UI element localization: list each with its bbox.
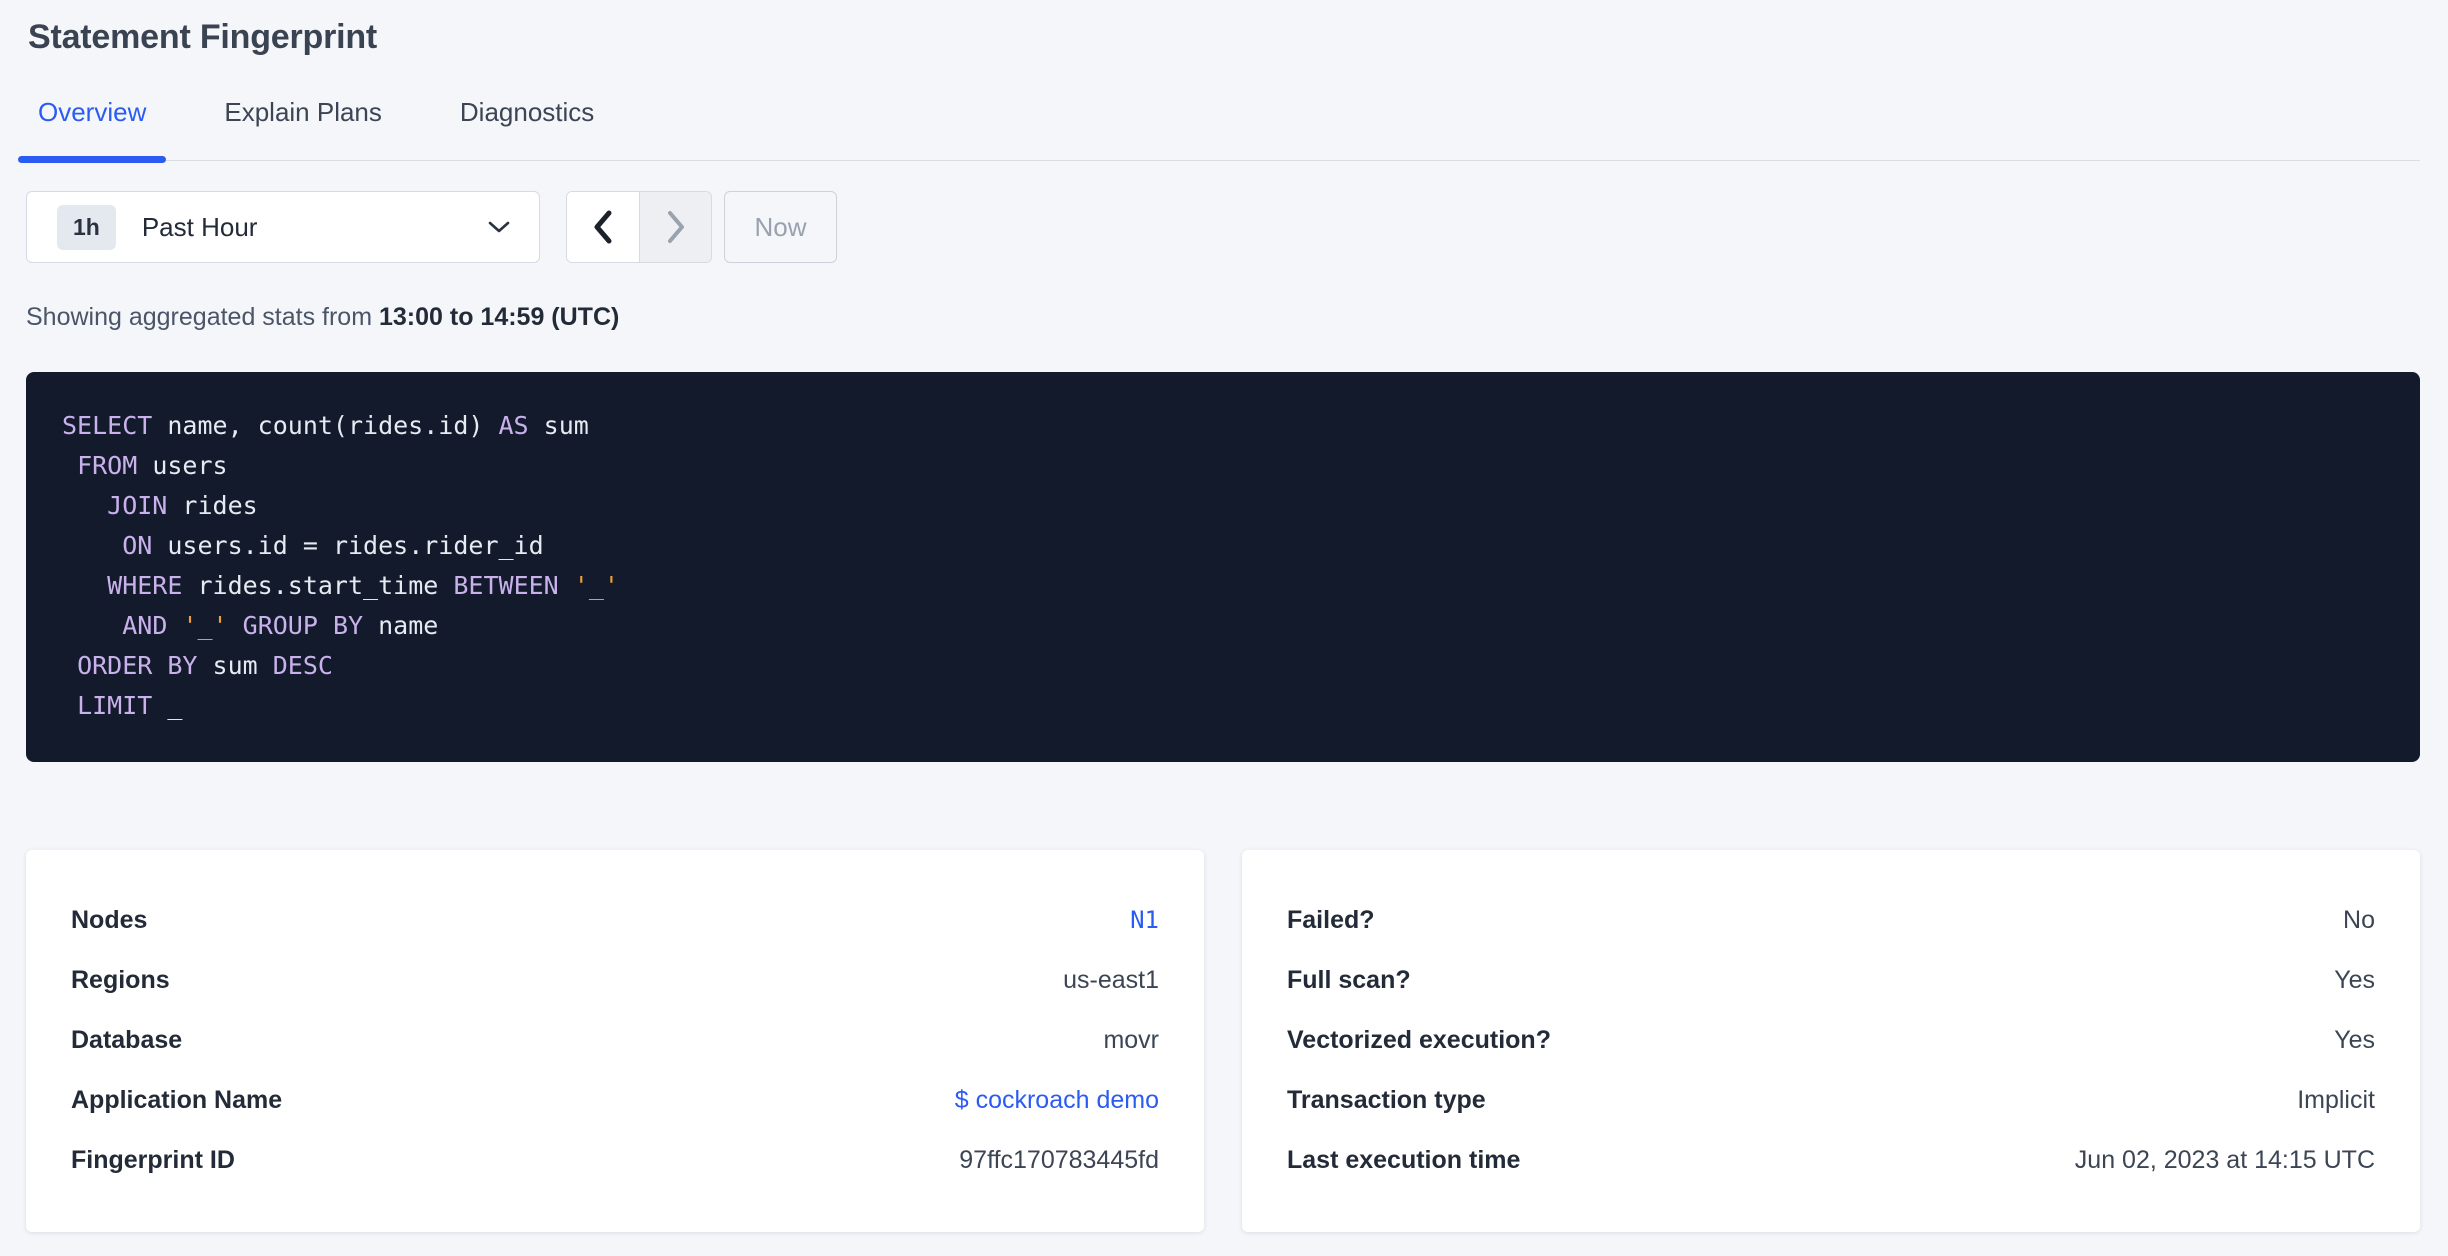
summary-card-execution-attributes: Failed? No Full scan? Yes Vectorized executi… bbox=[1242, 850, 2420, 1232]
row-value-vectorized-execution: Yes bbox=[2334, 1026, 2375, 1054]
page-title: Statement Fingerprint bbox=[28, 18, 378, 56]
chevron-right-icon bbox=[665, 210, 687, 244]
tab-diagnostics[interactable]: Diagnostics bbox=[460, 97, 594, 160]
row-label-transaction-type: Transaction type bbox=[1287, 1086, 1486, 1114]
aggregated-stats-summary: Showing aggregated stats from 13:00 to 1… bbox=[26, 303, 2420, 332]
time-interval-label: Past Hour bbox=[141, 211, 258, 242]
stats-range: 13:00 to 14:59 (UTC) bbox=[378, 303, 620, 331]
tab-explain-plans[interactable]: Explain Plans bbox=[224, 97, 382, 160]
prev-time-button[interactable] bbox=[567, 192, 639, 262]
row-value-fingerprint-id: 97ffc170783445fd bbox=[959, 1146, 1159, 1174]
now-button[interactable]: Now bbox=[724, 191, 837, 263]
card-row-nodes: Nodes N1 bbox=[71, 890, 1159, 950]
next-time-button[interactable] bbox=[639, 192, 711, 262]
time-controls: 1h Past Hour Now bbox=[26, 191, 2420, 263]
row-value-last-execution-time: Jun 02, 2023 at 14:15 UTC bbox=[2074, 1146, 2375, 1174]
row-label-nodes: Nodes bbox=[71, 906, 148, 934]
time-interval-dropdown[interactable]: 1h Past Hour bbox=[26, 191, 540, 263]
row-value-nodes[interactable]: N1 bbox=[1130, 905, 1159, 935]
row-label-last-execution-time: Last execution time bbox=[1287, 1146, 1521, 1174]
sql-statement-box: SELECT name, count(rides.id) AS sum FROM… bbox=[26, 372, 2420, 762]
row-value-regions: us-east1 bbox=[1063, 966, 1159, 994]
row-value-application-name[interactable]: $ cockroach demo bbox=[955, 1085, 1159, 1115]
card-row-fingerprint-id: Fingerprint ID 97ffc170783445fd bbox=[71, 1130, 1159, 1190]
card-row-application-name: Application Name $ cockroach demo bbox=[71, 1070, 1159, 1130]
row-label-fingerprint-id: Fingerprint ID bbox=[71, 1146, 235, 1174]
row-label-regions: Regions bbox=[71, 966, 170, 994]
row-label-database: Database bbox=[71, 1026, 183, 1054]
row-label-full-scan: Full scan? bbox=[1287, 966, 1411, 994]
card-row-failed: Failed? No bbox=[1287, 890, 2375, 950]
row-label-application-name: Application Name bbox=[71, 1086, 283, 1114]
card-row-vectorized-execution: Vectorized execution? Yes bbox=[1287, 1010, 2375, 1070]
row-label-vectorized-execution: Vectorized execution? bbox=[1287, 1026, 1551, 1054]
summary-cards: Nodes N1 Regions us-east1 Database movr Applic… bbox=[26, 850, 2420, 1232]
chevron-down-icon bbox=[487, 219, 511, 235]
card-row-transaction-type: Transaction type Implicit bbox=[1287, 1070, 2375, 1130]
row-value-database: movr bbox=[1103, 1026, 1159, 1054]
stats-prefix: Showing aggregated stats from bbox=[26, 303, 379, 331]
statement-fingerprint-page: Statement Fingerprint Overview Explain P… bbox=[0, 18, 2448, 1256]
sql-statement-text: SELECT name, count(rides.id) AS sum FROM… bbox=[62, 411, 619, 720]
time-step-buttons bbox=[566, 191, 712, 263]
row-value-transaction-type: Implicit bbox=[2297, 1086, 2375, 1114]
card-row-regions: Regions us-east1 bbox=[71, 950, 1159, 1010]
chevron-left-icon bbox=[592, 210, 614, 244]
row-value-full-scan: Yes bbox=[2334, 966, 2375, 994]
tab-overview[interactable]: Overview bbox=[17, 97, 167, 163]
card-row-full-scan: Full scan? Yes bbox=[1287, 950, 2375, 1010]
card-row-last-execution-time: Last execution time Jun 02, 2023 at 14:15… bbox=[1287, 1130, 2375, 1190]
row-label-failed: Failed? bbox=[1287, 906, 1375, 934]
row-value-failed: No bbox=[2343, 906, 2375, 934]
time-interval-badge: 1h bbox=[57, 204, 116, 250]
card-row-database: Database movr bbox=[71, 1010, 1159, 1070]
summary-card-statement-details: Nodes N1 Regions us-east1 Database movr Applic… bbox=[26, 850, 1204, 1232]
tab-bar: Overview Explain Plans Diagnostics bbox=[17, 97, 2420, 163]
